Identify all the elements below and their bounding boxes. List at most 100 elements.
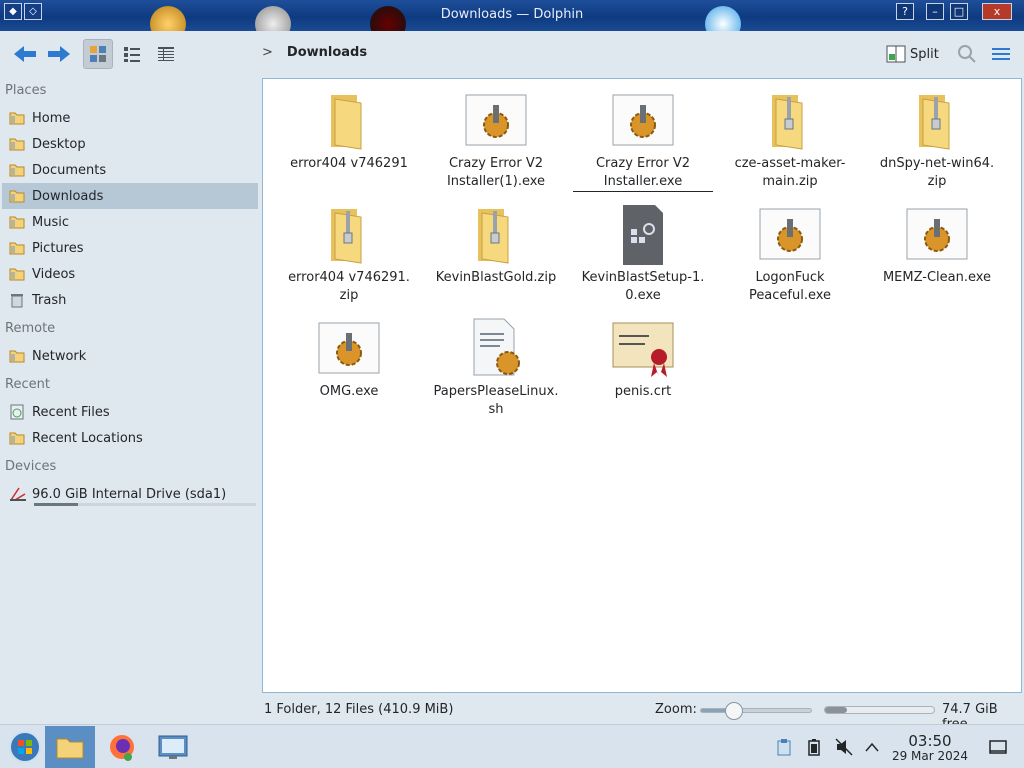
drive-icon: [9, 486, 26, 502]
file-item[interactable]: LogonFuck Peaceful.exe: [720, 203, 860, 305]
arrow-left-icon: [14, 46, 36, 62]
volume-tray[interactable]: [834, 737, 854, 757]
file-item[interactable]: KevinBlastSetup-1. 0.exe: [573, 203, 713, 305]
muted-speaker-icon: [835, 738, 853, 756]
sidebar-item-videos[interactable]: Videos: [2, 261, 258, 287]
downloads-folder-icon: [9, 188, 26, 204]
recent-locations-icon: [9, 430, 26, 446]
split-view-icon: [886, 45, 906, 63]
file-item[interactable]: dnSpy-net-win64. zip: [867, 89, 1007, 191]
sidebar-item-music[interactable]: Music: [2, 209, 258, 235]
icons-view-button[interactable]: [83, 39, 113, 69]
executable-icon: [611, 89, 675, 153]
taskbar-system-settings[interactable]: [148, 726, 198, 768]
free-space-bar: [824, 706, 935, 714]
sidebar-item-pictures[interactable]: Pictures: [2, 235, 258, 261]
sidebar-item-96-0-gib-internal-drive-sda1[interactable]: 96.0 GiB Internal Drive (sda1): [2, 481, 258, 507]
sidebar-item-label: Home: [32, 110, 71, 126]
home-folder-icon: [9, 110, 26, 126]
executable-icon: [905, 203, 969, 267]
title-bar[interactable]: ◆ ◇ Downloads — Dolphin ? – □ x: [0, 0, 1024, 31]
sidebar-item-downloads[interactable]: Downloads: [2, 183, 258, 209]
executable-icon: [758, 203, 822, 267]
close-button[interactable]: x: [982, 3, 1012, 20]
file-item[interactable]: Crazy Error V2 Installer.exe: [573, 89, 713, 192]
chevron-right-icon[interactable]: >: [262, 45, 273, 60]
minimize-button[interactable]: –: [926, 3, 944, 20]
firefox-icon: [110, 735, 134, 761]
compact-view-icon: [124, 47, 140, 62]
file-name: cze-asset-maker- main.zip: [734, 156, 846, 189]
sidebar-item-label: Documents: [32, 162, 107, 178]
desktop-folder-icon: [9, 136, 26, 152]
chevron-up-icon: [865, 742, 879, 752]
start-menu-icon: [9, 731, 41, 763]
forward-button[interactable]: [44, 39, 74, 69]
sidebar-item-label: Pictures: [32, 240, 84, 256]
taskbar-firefox[interactable]: [97, 726, 147, 768]
zip-archive-icon: [317, 203, 381, 267]
sidebar-item-trash[interactable]: Trash: [2, 287, 258, 313]
clock-date: 29 Mar 2024: [891, 749, 969, 763]
file-item[interactable]: penis.crt: [573, 317, 713, 401]
status-summary: 1 Folder, 12 Files (410.9 MiB): [264, 702, 454, 717]
split-label: Split: [910, 46, 939, 62]
file-item[interactable]: MEMZ-Clean.exe: [867, 203, 1007, 287]
maximize-button[interactable]: □: [950, 3, 968, 20]
file-name: dnSpy-net-win64. zip: [879, 156, 995, 189]
sidebar-item-recent-locations[interactable]: Recent Locations: [2, 425, 258, 451]
music-folder-icon: [9, 214, 26, 230]
breadcrumb-item[interactable]: Downloads: [287, 45, 367, 60]
toolbar: > Downloads Split: [0, 31, 1024, 77]
zoom-slider-handle[interactable]: [725, 702, 743, 720]
show-hidden-icons-button[interactable]: [862, 737, 882, 757]
file-name: KevinBlastGold.zip: [435, 270, 557, 285]
shell-script-icon: [464, 317, 528, 381]
battery-tray[interactable]: [804, 737, 824, 757]
sidebar-item-recent-files[interactable]: Recent Files: [2, 399, 258, 425]
icons-view-icon: [90, 46, 106, 62]
compact-view-button[interactable]: [117, 39, 147, 69]
digital-clock[interactable]: 03:50 29 Mar 2024: [880, 733, 980, 763]
sidebar-item-label: Trash: [32, 292, 67, 308]
file-item[interactable]: error404 v746291: [279, 89, 419, 173]
start-menu-button[interactable]: [0, 726, 50, 768]
file-item[interactable]: error404 v746291. zip: [279, 203, 419, 305]
search-button[interactable]: [954, 39, 980, 69]
sidebar-item-desktop[interactable]: Desktop: [2, 131, 258, 157]
details-view-icon: [158, 47, 174, 61]
taskbar-file-manager[interactable]: [45, 726, 95, 768]
split-button[interactable]: Split: [886, 39, 944, 69]
documents-folder-icon: [9, 162, 26, 178]
clipboard-tray[interactable]: [774, 737, 794, 757]
clipboard-icon: [777, 739, 791, 756]
pictures-folder-icon: [9, 240, 26, 256]
file-item[interactable]: KevinBlastGold.zip: [426, 203, 566, 287]
file-item[interactable]: PapersPleaseLinux. sh: [426, 317, 566, 419]
arrow-right-icon: [48, 46, 70, 62]
details-view-button[interactable]: [151, 39, 181, 69]
certificate-icon: [611, 317, 675, 381]
file-item[interactable]: Crazy Error V2 Installer(1).exe: [426, 89, 566, 191]
zip-archive-icon: [758, 89, 822, 153]
file-view[interactable]: error404 v746291 Crazy Error V2 Installer…: [262, 78, 1022, 693]
drive-usage-fill: [34, 503, 79, 506]
menu-button[interactable]: [988, 39, 1014, 69]
free-space-fill: [825, 707, 847, 713]
trash-icon: [9, 292, 26, 308]
back-button[interactable]: [10, 39, 40, 69]
file-item[interactable]: cze-asset-maker- main.zip: [720, 89, 860, 191]
sidebar-item-label: Music: [32, 214, 69, 230]
file-item[interactable]: OMG.exe: [279, 317, 419, 401]
system-settings-icon: [158, 735, 188, 759]
sidebar-item-label: Desktop: [32, 136, 86, 152]
help-button[interactable]: ?: [896, 3, 914, 20]
sidebar-section-devices: Devices: [5, 459, 57, 474]
sidebar-item-home[interactable]: Home: [2, 105, 258, 131]
sidebar-item-documents[interactable]: Documents: [2, 157, 258, 183]
sidebar-item-label: Downloads: [32, 188, 104, 204]
sidebar-item-network[interactable]: Network: [2, 343, 258, 369]
show-desktop-button[interactable]: [988, 737, 1008, 757]
zoom-slider[interactable]: [700, 702, 812, 720]
places-panel: Places Home Desktop Documents Downloads Music…: [0, 77, 262, 717]
